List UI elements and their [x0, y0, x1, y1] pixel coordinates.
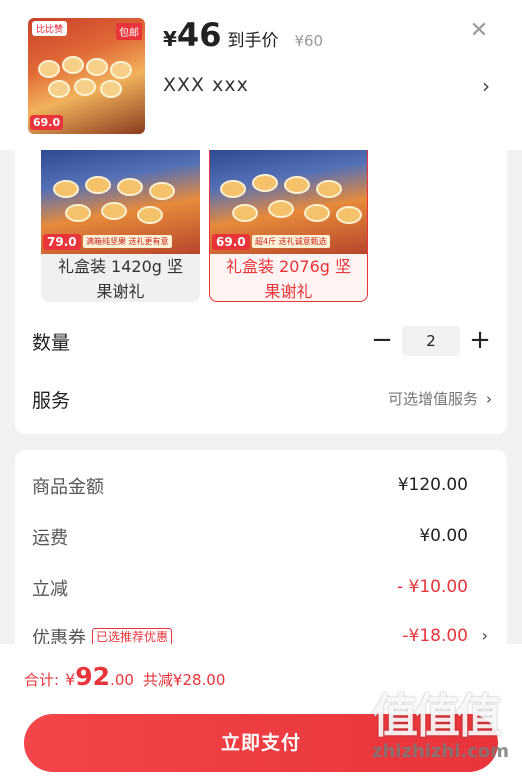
free-shipping-tag: 包邮 [116, 23, 142, 40]
goods-amount-value: ¥120.00 [397, 475, 468, 495]
spec-option-1420g[interactable]: 79.0 满箱纯坚果 送礼更有意 礼盒装 1420g 坚果谢礼 [41, 150, 200, 302]
original-price: ¥60 [294, 32, 324, 50]
chevron-right-icon: › [482, 74, 490, 98]
spec-option-image: 69.0 超4斤 送礼诚意甄选 [210, 150, 367, 254]
quantity-stepper: − 2 + [370, 326, 492, 356]
minus-button[interactable]: − [370, 326, 394, 356]
discount-label: 立减 [32, 579, 68, 600]
close-icon[interactable]: ✕ [468, 20, 490, 42]
quantity-input[interactable]: 2 [402, 326, 460, 356]
checkout-bar: 合计: ¥ 92 .00 共减¥28.00 立即支付 [0, 644, 522, 778]
total-line: 合计: ¥ 92 .00 共减¥28.00 [24, 662, 225, 691]
selected-spec-row[interactable]: XXX xxx › [163, 74, 493, 98]
option-price-tag: 69.0 [212, 234, 250, 250]
total-label: 合计: [24, 671, 60, 689]
option-promo: 超4斤 送礼诚意甄选 [252, 235, 330, 248]
discount-value: - ¥10.00 [396, 577, 468, 597]
goods-amount-row: 商品金额 ¥120.00 [32, 472, 468, 500]
service-label: 服务 [32, 389, 71, 412]
quantity-label: 数量 [32, 331, 71, 354]
chevron-right-icon: › [481, 626, 488, 645]
spec-option-image: 79.0 满箱纯坚果 送礼更有意 [41, 150, 200, 254]
plus-button[interactable]: + [468, 326, 492, 356]
final-price-label: 到手价 [227, 31, 279, 51]
price-line: ¥ 46 到手价 ¥60 [163, 16, 323, 54]
currency-symbol: ¥ [163, 27, 177, 51]
coupon-value: -¥18.00 [402, 626, 468, 646]
selected-spec-text: XXX xxx [163, 74, 249, 96]
option-price-tag: 79.0 [43, 234, 81, 250]
total-amount: 92 [75, 662, 111, 691]
spec-option-2076g[interactable]: 69.0 超4斤 送礼诚意甄选 礼盒装 2076g 坚果谢礼 [209, 150, 368, 302]
pay-now-button[interactable]: 立即支付 [24, 714, 498, 772]
spec-card: 79.0 满箱纯坚果 送礼更有意 礼盒装 1420g 坚果谢礼 69.0 超4斤… [15, 150, 507, 434]
shipping-label: 运费 [32, 528, 68, 549]
brand-tag: 比比赞 [32, 21, 68, 36]
spec-option-label: 礼盒装 1420g 坚果谢礼 [57, 257, 184, 301]
nuts-illustration [38, 56, 134, 102]
product-thumbnail: 比比赞 包邮 69.0 [28, 18, 145, 134]
shipping-value: ¥0.00 [419, 526, 468, 546]
service-row[interactable]: 服务 可选增值服务 › [32, 384, 492, 414]
spec-option-label: 礼盒装 2076g 坚果谢礼 [225, 257, 352, 301]
total-decimal: .00 [110, 671, 134, 689]
discount-row: 立减 - ¥10.00 [32, 574, 468, 602]
quantity-row: 数量 − 2 + [32, 326, 492, 356]
shipping-row: 运费 ¥0.00 [32, 523, 468, 551]
goods-amount-label: 商品金额 [32, 477, 104, 498]
final-price: 46 [176, 16, 222, 54]
total-saved: 共减¥28.00 [142, 671, 226, 689]
total-currency: ¥ [65, 670, 76, 689]
option-promo: 满箱纯坚果 送礼更有意 [83, 235, 172, 248]
service-value: 可选增值服务 [387, 390, 478, 408]
chevron-right-icon: › [486, 390, 492, 408]
product-header: 比比赞 包邮 69.0 ¥ 46 到手价 ¥60 ✕ XXX xxx › [0, 0, 522, 150]
thumb-price-tag: 69.0 [30, 115, 64, 130]
service-selector[interactable]: 可选增值服务 › [388, 388, 492, 409]
